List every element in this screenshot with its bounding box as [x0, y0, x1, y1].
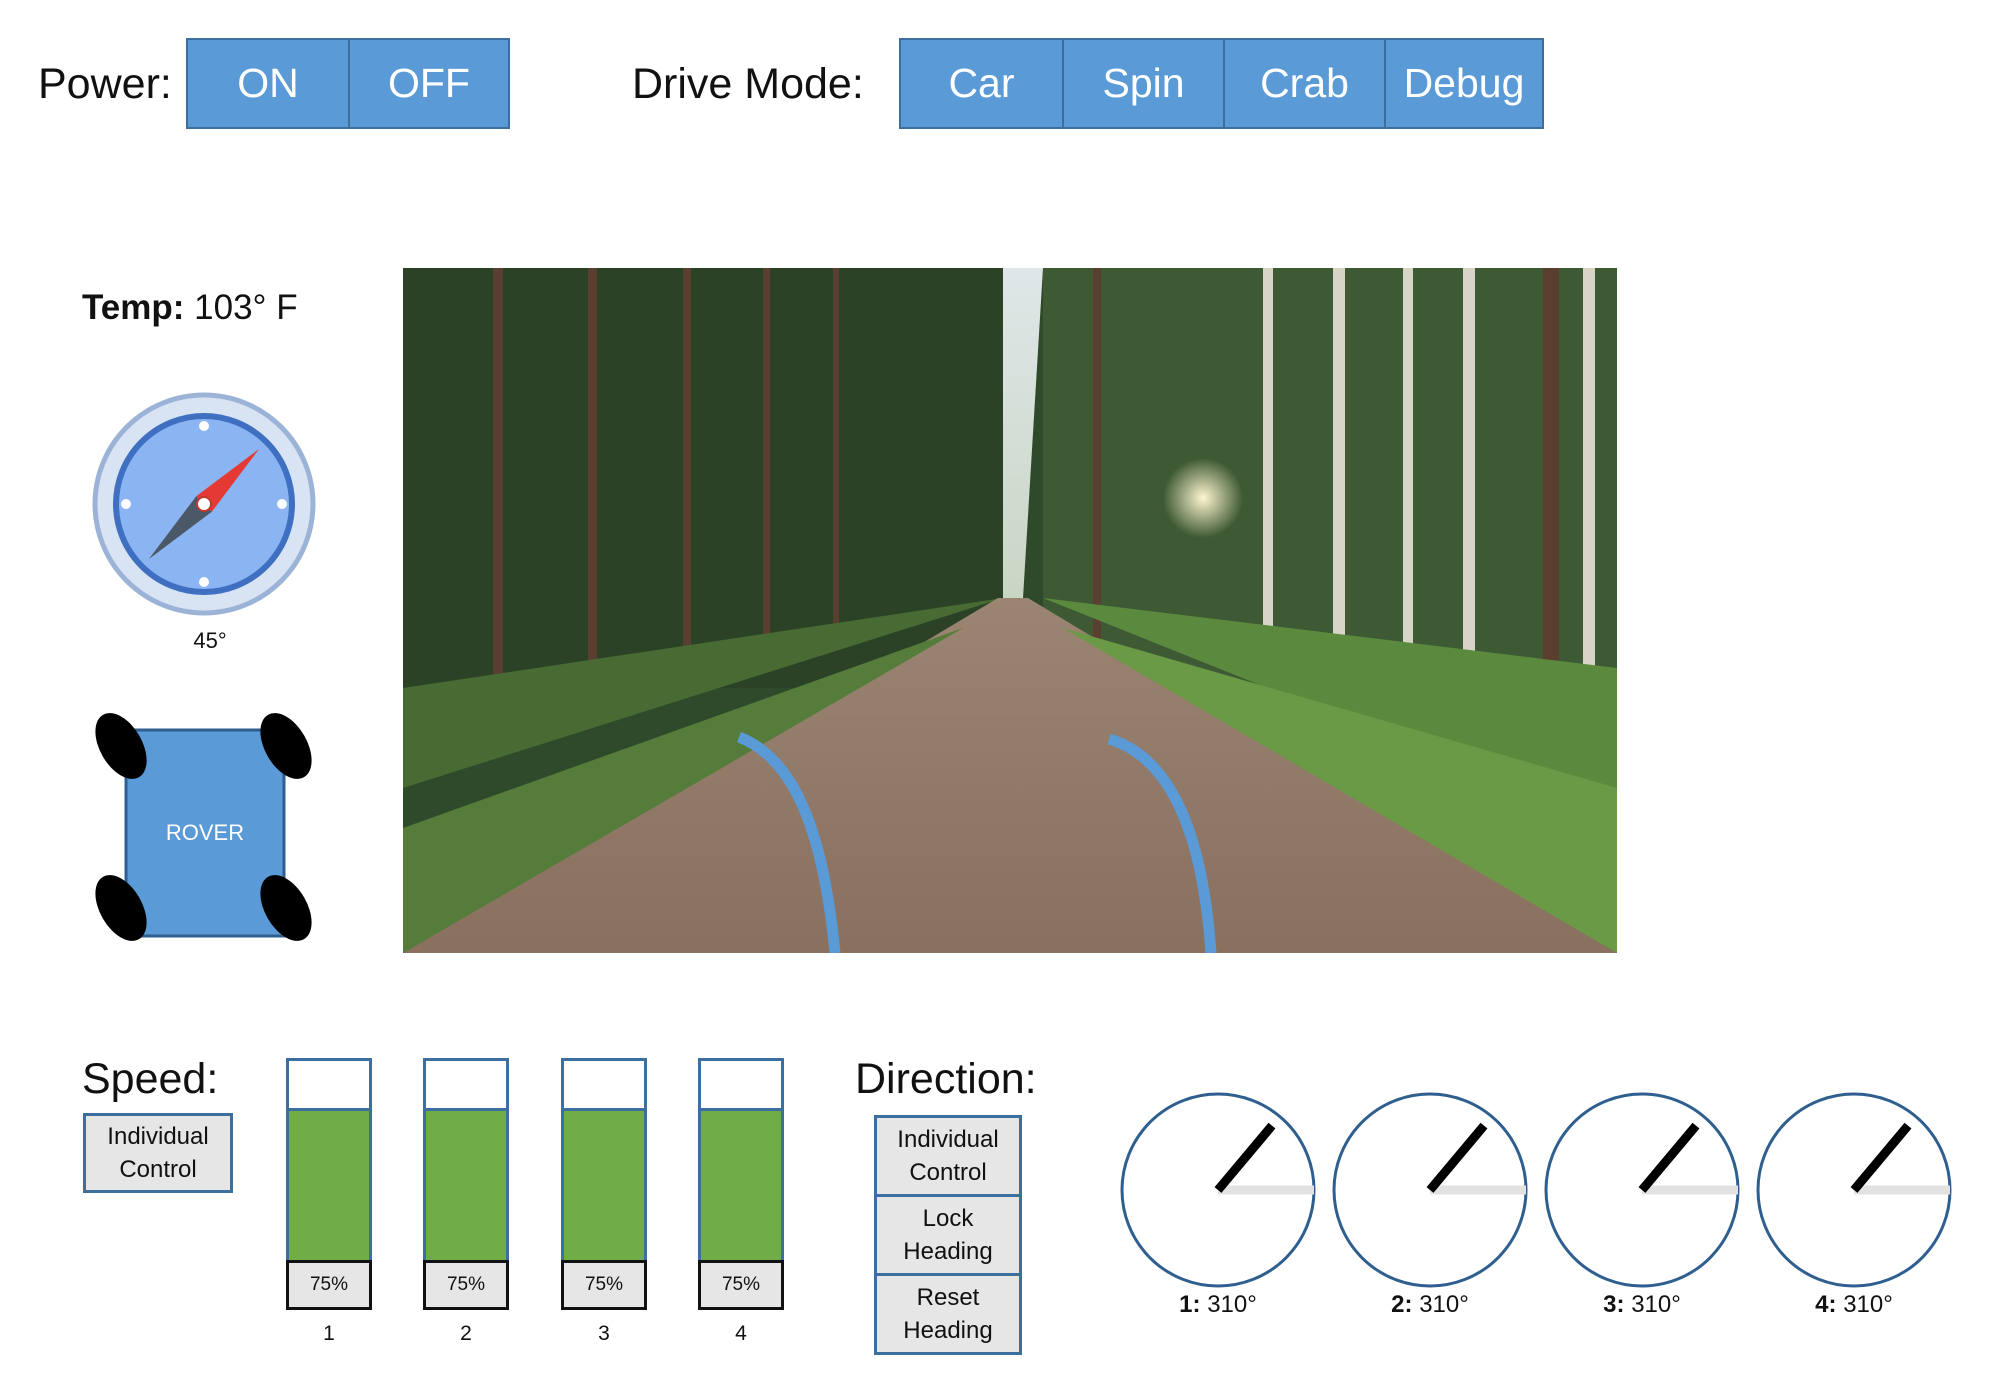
dial-angle: 310°: [1207, 1291, 1257, 1318]
speed-bar-fill: [426, 1108, 506, 1260]
reset-heading-text: Reset Heading: [903, 1281, 992, 1347]
speed-bar-percent: 75%: [561, 1260, 647, 1310]
speed-bar-number-2: 2: [460, 1322, 472, 1345]
dial-number: 4:: [1815, 1291, 1837, 1318]
direction-dial-caption-1: 1: 310°: [1118, 1291, 1318, 1319]
speed-bar-1[interactable]: 75%: [286, 1058, 372, 1310]
speed-bar-percent: 75%: [423, 1260, 509, 1310]
lock-heading-line2: Heading: [903, 1238, 993, 1265]
speed-bar-fill: [289, 1108, 369, 1260]
direction-dial-caption-3: 3: 310°: [1542, 1291, 1742, 1319]
compass-icon: [92, 392, 316, 616]
reset-heading-line2: Heading: [903, 1317, 993, 1344]
speed-bar-percent: 75%: [698, 1260, 784, 1310]
lock-heading-button[interactable]: Lock Heading: [877, 1194, 1019, 1273]
lock-heading-line1: Lock: [922, 1205, 974, 1232]
dial-number: 2:: [1391, 1291, 1413, 1318]
dial-angle: 310°: [1843, 1291, 1893, 1318]
direction-dial-caption-4: 4: 310°: [1754, 1291, 1954, 1319]
power-off-button[interactable]: OFF: [348, 40, 508, 127]
power-toggle: ON OFF: [186, 38, 510, 129]
direction-dial-4[interactable]: [1754, 1090, 1954, 1290]
speed-bar-4[interactable]: 75%: [698, 1058, 784, 1310]
dial-angle: 310°: [1419, 1291, 1469, 1318]
direction-individual-control-line1: Individual: [897, 1126, 999, 1153]
speed-bar-number-4: 4: [735, 1322, 747, 1345]
speed-bar-2[interactable]: 75%: [423, 1058, 509, 1310]
speed-label: Speed:: [82, 1055, 219, 1103]
drive-mode-selector: Car Spin Crab Debug: [899, 38, 1544, 129]
speed-individual-control-line1: Individual: [107, 1123, 209, 1150]
speed-bar-number-1: 1: [323, 1322, 335, 1345]
drive-mode-label: Drive Mode:: [632, 60, 864, 108]
drive-mode-spin-button[interactable]: Spin: [1062, 40, 1223, 127]
temperature-label: Temp:: [82, 288, 185, 327]
compass-heading-text: 45°: [193, 628, 227, 653]
direction-dial-3[interactable]: [1542, 1090, 1742, 1290]
direction-dial-2[interactable]: [1330, 1090, 1530, 1290]
power-label: Power:: [38, 60, 172, 108]
dial-number: 3:: [1603, 1291, 1625, 1318]
drive-mode-car-button[interactable]: Car: [901, 40, 1062, 127]
reset-heading-line1: Reset: [916, 1284, 980, 1311]
drive-mode-debug-button[interactable]: Debug: [1384, 40, 1542, 127]
temperature-value: 103° F: [194, 288, 298, 327]
lock-heading-text: Lock Heading: [903, 1202, 992, 1268]
speed-bar-3[interactable]: 75%: [561, 1058, 647, 1310]
speed-bar-fill: [564, 1108, 644, 1260]
direction-label: Direction:: [855, 1055, 1037, 1103]
speed-individual-control-button[interactable]: Individual Control: [83, 1113, 233, 1193]
drive-mode-crab-button[interactable]: Crab: [1223, 40, 1384, 127]
direction-individual-control-button[interactable]: Individual Control: [877, 1118, 1019, 1194]
speed-individual-control-line2: Control: [119, 1156, 197, 1183]
rover-label: ROVER: [165, 820, 245, 845]
speed-bar-fill: [701, 1108, 781, 1260]
direction-individual-control-text: Individual Control: [897, 1123, 998, 1189]
temperature-readout: Temp: 103° F: [82, 288, 298, 328]
dial-number: 1:: [1179, 1291, 1201, 1318]
speed-individual-control-text: Individual Control: [107, 1120, 208, 1186]
direction-individual-control-line2: Control: [909, 1159, 987, 1186]
speed-bar-number-3: 3: [598, 1322, 610, 1345]
power-on-button[interactable]: ON: [188, 40, 348, 127]
dial-angle: 310°: [1631, 1291, 1681, 1318]
speed-bar-percent: 75%: [286, 1260, 372, 1310]
direction-controls: Individual Control Lock Heading Reset He…: [874, 1115, 1022, 1355]
reset-heading-button[interactable]: Reset Heading: [877, 1273, 1019, 1352]
direction-dial-caption-2: 2: 310°: [1330, 1291, 1530, 1319]
camera-feed: [403, 268, 1617, 953]
direction-dial-1[interactable]: [1118, 1090, 1318, 1290]
